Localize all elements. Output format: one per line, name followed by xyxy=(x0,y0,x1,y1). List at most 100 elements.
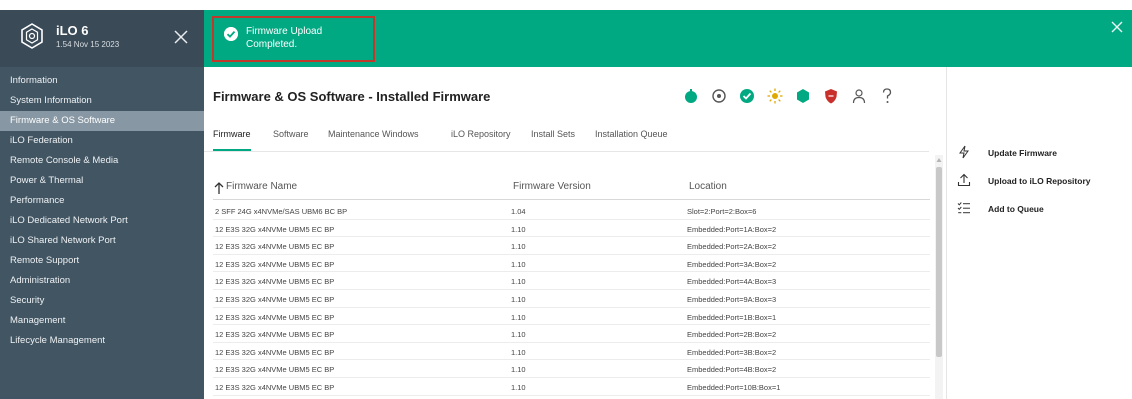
sidebar-nav: Information System Information Firmware … xyxy=(0,71,204,351)
cell-firmware-name: 12 E3S 32G x4NVMe UBM5 EC BP xyxy=(215,365,335,375)
sidebar-item-administration[interactable]: Administration xyxy=(0,271,204,291)
column-header-location[interactable]: Location xyxy=(689,181,727,192)
notification-banner: Firmware Upload Completed. xyxy=(204,10,1132,67)
cell-firmware-name: 12 E3S 32G x4NVMe UBM5 EC BP xyxy=(215,382,335,392)
cell-firmware-version: 1.10 xyxy=(511,347,526,357)
hexagon-status-icon[interactable] xyxy=(794,87,812,105)
upload-to-ilo-repository-label: Upload to iLO Repository xyxy=(988,176,1091,186)
cell-location: Embedded:Port=3B:Box=2 xyxy=(687,347,777,357)
sidebar-item-ilo-shared-network-port[interactable]: iLO Shared Network Port xyxy=(0,231,204,251)
ilo-logo-icon xyxy=(21,23,43,49)
cell-location: Embedded:Port=2A:Box=2 xyxy=(687,242,777,252)
tab-install-sets[interactable]: Install Sets xyxy=(531,129,575,151)
add-to-queue-icon xyxy=(957,202,970,214)
sidebar: iLO 6 1.54 Nov 15 2023 Information Syste… xyxy=(0,10,204,399)
cell-location: Embedded:Port=10B:Box=1 xyxy=(687,382,781,392)
security-shield-icon[interactable] xyxy=(822,87,840,105)
sidebar-item-lifecycle-management[interactable]: Lifecycle Management xyxy=(0,331,204,351)
table-row[interactable]: 12 E3S 32G x4NVMe UBM5 EC BP 1.10 Embedded… xyxy=(213,308,930,326)
sidebar-item-management[interactable]: Management xyxy=(0,311,204,331)
cell-firmware-version: 1.10 xyxy=(511,330,526,340)
tab-firmware[interactable]: Firmware xyxy=(213,129,251,151)
tab-ilo-repository[interactable]: iLO Repository xyxy=(451,129,511,151)
table-row[interactable]: 12 E3S 32G x4NVMe UBM5 EC BP 1.10 Embedded… xyxy=(213,378,930,396)
help-icon[interactable] xyxy=(878,87,896,105)
table-row[interactable]: 2 SFF 24G x4NVMe/SAS UBM6 BC BP 1.04 Slot=… xyxy=(213,202,930,220)
cell-firmware-version: 1.04 xyxy=(511,207,526,216)
toast-message: Firmware Upload Completed. xyxy=(246,26,323,50)
upload-toast: Firmware Upload Completed. xyxy=(212,16,375,62)
sort-ascending-icon[interactable] xyxy=(213,181,225,195)
cell-firmware-version: 1.10 xyxy=(511,224,526,234)
top-caption-strip xyxy=(0,0,1132,10)
table-row[interactable]: 12 E3S 32G x4NVMe UBM5 EC BP 1.10 Embedded… xyxy=(213,360,930,378)
column-header-firmware-name[interactable]: Firmware Name xyxy=(226,181,297,192)
table-row[interactable]: 12 E3S 32G x4NVMe UBM5 EC BP 1.10 Embedded… xyxy=(213,325,930,343)
cell-firmware-name: 12 E3S 32G x4NVMe UBM5 EC BP xyxy=(215,330,335,340)
cell-firmware-name: 12 E3S 32G x4NVMe UBM5 EC BP xyxy=(215,277,335,287)
sidebar-item-system-information[interactable]: System Information xyxy=(0,91,204,111)
sidebar-item-information[interactable]: Information xyxy=(0,71,204,91)
table-row[interactable]: 12 E3S 32G x4NVMe UBM5 EC BP 1.10 Embedded… xyxy=(213,220,930,238)
table-scrollbar[interactable] xyxy=(935,155,943,399)
close-sidebar-icon[interactable] xyxy=(172,28,190,46)
cell-firmware-name: 12 E3S 32G x4NVMe UBM5 EC BP xyxy=(215,224,335,234)
cell-firmware-version: 1.10 xyxy=(511,365,526,375)
cell-location: Embedded:Port=4B:Box=2 xyxy=(687,365,777,375)
cell-firmware-name: 12 E3S 32G x4NVMe UBM5 EC BP xyxy=(215,259,335,269)
sidebar-item-performance[interactable]: Performance xyxy=(0,191,204,211)
firmware-table-body: 2 SFF 24G x4NVMe/SAS UBM6 BC BP 1.04 Slot=… xyxy=(213,202,930,396)
table-row[interactable]: 12 E3S 32G x4NVMe UBM5 EC BP 1.10 Embedded… xyxy=(213,290,930,308)
cell-location: Slot=2:Port=2:Box=6 xyxy=(687,207,757,216)
uid-indicator-icon[interactable] xyxy=(766,87,784,105)
page-title: Firmware & OS Software - Installed Firmw… xyxy=(213,89,491,104)
table-row[interactable]: 12 E3S 32G x4NVMe UBM5 EC BP 1.10 Embedded… xyxy=(213,272,930,290)
sidebar-item-firmware-os-software[interactable]: Firmware & OS Software xyxy=(0,111,204,131)
sidebar-item-ilo-dedicated-network-port[interactable]: iLO Dedicated Network Port xyxy=(0,211,204,231)
app-version: 1.54 Nov 15 2023 xyxy=(56,40,120,49)
sidebar-item-ilo-federation[interactable]: iLO Federation xyxy=(0,131,204,151)
tab-installation-queue[interactable]: Installation Queue xyxy=(595,129,668,151)
table-row[interactable]: 12 E3S 32G x4NVMe UBM5 EC BP 1.10 Embedded… xyxy=(213,255,930,273)
update-firmware-label: Update Firmware xyxy=(988,148,1057,158)
cell-firmware-name: 12 E3S 32G x4NVMe UBM5 EC BP xyxy=(215,312,335,322)
cell-firmware-version: 1.10 xyxy=(511,242,526,252)
table-row[interactable]: 12 E3S 32G x4NVMe UBM5 EC BP 1.10 Embedded… xyxy=(213,237,930,255)
cell-firmware-name: 12 E3S 32G x4NVMe UBM5 EC BP xyxy=(215,242,335,252)
sidebar-item-remote-support[interactable]: Remote Support xyxy=(0,251,204,271)
table-header: Firmware Name Firmware Version Location xyxy=(213,181,930,199)
cell-firmware-version: 1.10 xyxy=(511,382,526,392)
cell-location: Embedded:Port=4A:Box=3 xyxy=(687,277,777,287)
sidebar-item-security[interactable]: Security xyxy=(0,291,204,311)
column-header-firmware-version[interactable]: Firmware Version xyxy=(513,181,591,192)
check-status-icon[interactable] xyxy=(738,87,756,105)
sidebar-item-remote-console-media[interactable]: Remote Console & Media xyxy=(0,151,204,171)
cell-firmware-version: 1.10 xyxy=(511,277,526,287)
cell-location: Embedded:Port=1B:Box=1 xyxy=(687,312,777,322)
sidebar-item-power-thermal[interactable]: Power & Thermal xyxy=(0,171,204,191)
scroll-up-icon[interactable] xyxy=(936,157,942,163)
table-row[interactable]: 12 E3S 32G x4NVMe UBM5 EC BP 1.10 Embedded… xyxy=(213,343,930,361)
check-circle-icon xyxy=(224,27,238,41)
close-banner-icon[interactable] xyxy=(1110,20,1124,34)
actions-panel: Update Firmware Upload to iLO Repository… xyxy=(946,67,1132,399)
cell-firmware-version: 1.10 xyxy=(511,312,526,322)
tab-divider xyxy=(204,151,929,152)
tab-software[interactable]: Software xyxy=(273,129,309,151)
tab-maintenance-windows[interactable]: Maintenance Windows xyxy=(328,129,419,151)
table-header-divider xyxy=(213,199,930,200)
scrollbar-thumb[interactable] xyxy=(936,167,942,357)
main-panel: Firmware & OS Software - Installed Firmw… xyxy=(204,67,946,399)
cell-firmware-version: 1.10 xyxy=(511,294,526,304)
flash-icon xyxy=(959,145,969,159)
power-status-icon[interactable] xyxy=(710,87,728,105)
system-health-icon[interactable] xyxy=(682,87,700,105)
cell-firmware-name: 12 E3S 32G x4NVMe UBM5 EC BP xyxy=(215,347,335,357)
user-icon[interactable] xyxy=(850,87,868,105)
brand-header: iLO 6 1.54 Nov 15 2023 xyxy=(0,10,204,67)
cell-location: Embedded:Port=2B:Box=2 xyxy=(687,330,777,340)
cell-location: Embedded:Port=9A:Box=3 xyxy=(687,294,777,304)
cell-firmware-version: 1.10 xyxy=(511,259,526,269)
cell-firmware-name: 2 SFF 24G x4NVMe/SAS UBM6 BC BP xyxy=(215,207,348,216)
app-name: iLO 6 xyxy=(56,23,89,38)
